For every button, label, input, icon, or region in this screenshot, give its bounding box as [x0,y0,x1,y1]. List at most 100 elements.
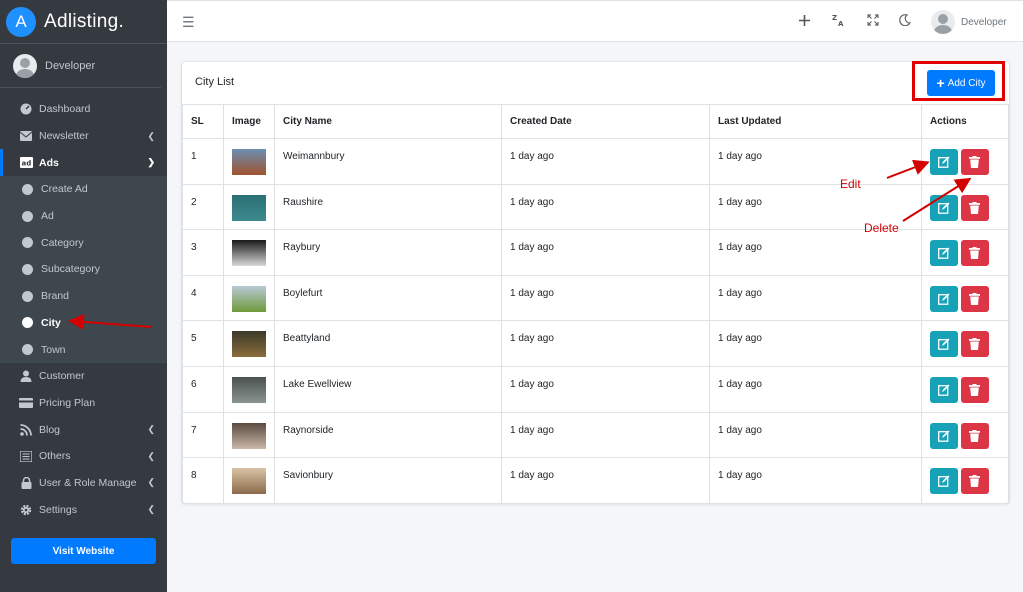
cell-image [223,320,275,367]
sidebar-item-others[interactable]: Others ❮ [0,443,167,470]
delete-button[interactable] [961,149,989,175]
chevron-left-icon: ❮ [147,504,155,515]
language-icon[interactable]: ZA [832,13,846,30]
user-menu[interactable]: Developer [931,10,1007,34]
trash-icon [969,429,980,442]
add-city-button[interactable]: + Add City [927,70,995,96]
cell-actions [921,457,1009,504]
delete-button[interactable] [961,331,989,358]
sidebar-item-label: Brand [41,290,70,303]
brand-name: Adlisting. [44,10,125,32]
cell-image [223,183,275,231]
cell-created-date: 1 day ago [501,457,710,504]
chevron-left-icon: ❮ [147,424,155,435]
credit-card-icon [19,397,33,409]
sidebar-item-create-ad[interactable]: Create Ad [0,176,167,203]
delete-button[interactable] [961,285,989,312]
cell-city-name: Raybury [274,229,502,276]
sidebar-item-label: User & Role Manage [39,476,137,489]
gear-icon [19,504,33,516]
menu-toggle-icon[interactable]: ☰ [182,14,195,31]
edit-button[interactable] [930,149,958,175]
trash-icon [969,292,980,305]
cell-sl: 3 [182,229,224,276]
sidebar-item-city[interactable]: City [0,310,167,337]
sidebar-item-blog[interactable]: Blog ❮ [0,416,167,443]
table-row: 6 Lake Ewellview 1 day ago 1 day ago [182,365,1009,413]
cell-city-name: Boylefurt [274,274,502,322]
table-row: 7 Raynorside 1 day ago 1 day ago [182,411,1009,459]
dashboard-icon [19,103,33,115]
sidebar-item-town[interactable]: Town [0,336,167,363]
column-header-city-name: City Name [274,104,502,139]
edit-icon [938,430,950,442]
sidebar-item-pricing-plan[interactable]: Pricing Plan [0,390,167,417]
cell-last-updated: 1 day ago [709,411,922,459]
sidebar-item-dashboard[interactable]: Dashboard [0,96,167,123]
cell-actions [921,365,1009,413]
delete-button[interactable] [961,422,989,449]
delete-button[interactable] [961,240,989,267]
trash-icon [969,475,980,488]
brand-link[interactable]: A Adlisting. [0,0,167,44]
sidebar-item-category[interactable]: Category [0,229,167,256]
city-thumbnail [232,468,266,495]
sidebar-item-label: Settings [39,503,77,516]
edit-icon [938,293,950,305]
sidebar-item-brand[interactable]: Brand [0,283,167,310]
edit-button[interactable] [930,422,958,449]
cell-created-date: 1 day ago [501,229,710,276]
sidebar-item-label: Ad [41,210,54,223]
sidebar-item-ads[interactable]: ad Ads ❯ [0,149,167,177]
cell-created-date: 1 day ago [501,365,710,413]
edit-button[interactable] [930,240,958,267]
cell-actions [921,411,1009,459]
sidebar-item-label: Customer [39,370,85,383]
svg-text:ad: ad [21,160,31,168]
cell-city-name: Lake Ewellview [274,365,502,413]
sidebar-item-label: Dashboard [39,103,91,116]
sidebar-item-settings[interactable]: Settings ❮ [0,496,167,523]
lock-icon [19,476,33,489]
sidebar-item-ad[interactable]: Ad [0,203,167,230]
cell-created-date: 1 day ago [501,138,710,185]
cell-last-updated: 1 day ago [709,274,922,322]
edit-button[interactable] [930,376,958,403]
delete-button[interactable] [961,376,989,403]
sidebar-item-subcategory[interactable]: Subcategory [0,256,167,283]
table-row: 1 Weimannbury 1 day ago 1 day ago [182,138,1009,185]
sidebar-item-user-role-manage[interactable]: User & Role Manage ❮ [0,470,167,497]
plus-icon[interactable] [799,13,810,29]
fullscreen-icon[interactable] [867,13,879,29]
cell-created-date: 1 day ago [501,411,710,459]
city-thumbnail [232,285,266,312]
edit-button[interactable] [930,194,958,221]
cell-city-name: Savionbury [274,457,502,504]
sidebar-user-panel[interactable]: Developer [0,44,161,88]
edit-button[interactable] [930,468,958,495]
column-header-image: Image [223,104,275,139]
edit-annotation-label: Edit [840,177,861,191]
cell-actions [921,183,1009,231]
edit-button[interactable] [930,331,958,358]
list-icon [19,450,33,462]
visit-website-button[interactable]: Visit Website [11,538,156,564]
sidebar-item-label: Ads [39,156,59,169]
city-thumbnail [232,331,266,358]
cell-actions [921,138,1009,185]
cell-image [223,138,275,185]
edit-icon [938,156,950,168]
sidebar-item-newsletter[interactable]: Newsletter ❮ [0,123,167,150]
city-thumbnail [232,194,266,221]
cell-sl: 4 [182,274,224,322]
cell-last-updated: 1 day ago [709,138,922,185]
table-row: 4 Boylefurt 1 day ago 1 day ago [182,274,1009,322]
moon-icon[interactable] [899,13,912,29]
chevron-left-icon: ❮ [147,450,155,461]
city-thumbnail [232,376,266,403]
edit-button[interactable] [930,285,958,312]
cell-image [223,365,275,413]
delete-button[interactable] [961,194,989,221]
sidebar-item-customer[interactable]: Customer [0,363,167,390]
delete-button[interactable] [961,468,989,495]
